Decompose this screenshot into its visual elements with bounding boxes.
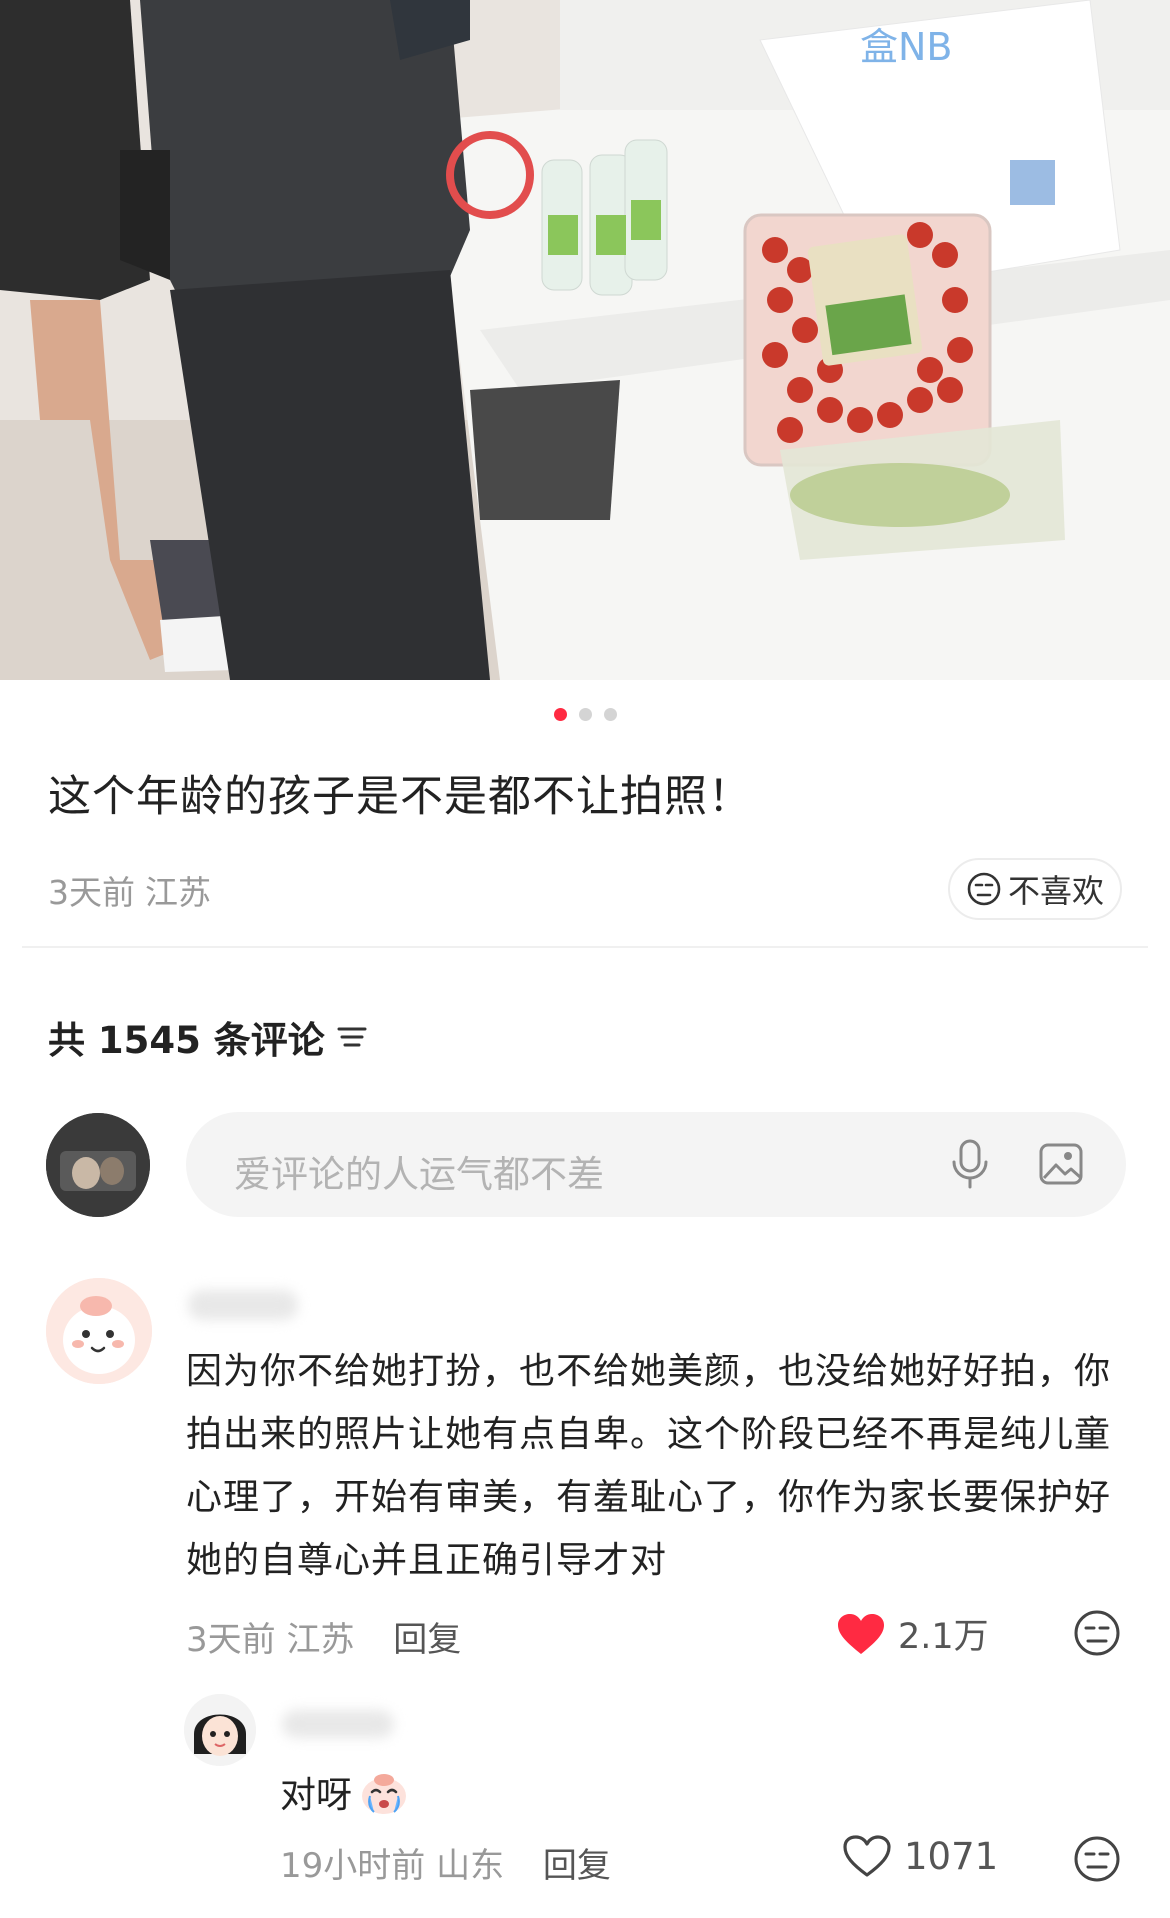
like-button[interactable]: 2.1万 xyxy=(836,1608,989,1659)
dislike-label: 不喜欢 xyxy=(1007,872,1104,910)
reply-text: 对呀 xyxy=(280,1766,410,1818)
commenter-name-blurred xyxy=(188,1290,298,1320)
like-count: 2.1万 xyxy=(898,1617,989,1657)
pager-dot[interactable] xyxy=(553,708,567,721)
divider xyxy=(22,946,1148,948)
image-icon[interactable] xyxy=(1038,1142,1084,1186)
comment-input-placeholder: 爱评论的人运气都不差 xyxy=(234,1153,604,1196)
post-time: 3天前 xyxy=(48,873,135,912)
neutral-face-icon[interactable] xyxy=(1072,1608,1122,1658)
post-meta: 3天前 江苏 xyxy=(48,866,211,914)
post-photo[interactable]: 盒NB xyxy=(0,0,1170,680)
neutral-face-icon xyxy=(967,872,1001,906)
image-pager[interactable] xyxy=(0,708,1170,721)
microphone-icon[interactable] xyxy=(948,1138,992,1190)
commenter-avatar[interactable] xyxy=(46,1278,152,1384)
reply-text-content: 对呀 xyxy=(280,1775,353,1816)
like-count: 1071 xyxy=(904,1834,999,1878)
neutral-face-icon[interactable] xyxy=(1072,1834,1122,1884)
filter-lines-icon[interactable] xyxy=(335,1022,369,1052)
comment-time: 3天前 xyxy=(186,1620,276,1660)
reply-button[interactable]: 回复 xyxy=(393,1620,461,1660)
heart-icon xyxy=(838,1613,884,1654)
reply-location: 山东 xyxy=(436,1846,505,1886)
reply-meta: 19小时前 山东 回复 xyxy=(280,1838,611,1887)
reply-commenter-avatar[interactable] xyxy=(184,1694,256,1766)
like-button[interactable]: 1071 xyxy=(842,1834,998,1878)
heart-outline-icon xyxy=(843,1835,891,1877)
comments-count[interactable]: 共 1545 条评论 xyxy=(48,1010,369,1064)
comments-count-label: 共 1545 条评论 xyxy=(48,1019,325,1062)
post-location: 江苏 xyxy=(145,873,211,912)
post-title: 这个年龄的孩子是不是都不让拍照！ xyxy=(48,772,752,822)
dislike-button[interactable]: 不喜欢 xyxy=(948,858,1122,920)
comment-input[interactable]: 爱评论的人运气都不差 xyxy=(186,1112,1126,1217)
comment-location: 江苏 xyxy=(286,1620,355,1660)
current-user-avatar[interactable] xyxy=(46,1113,150,1217)
crying-emoji-icon xyxy=(362,1774,407,1814)
pager-dot[interactable] xyxy=(578,708,592,721)
svg-text:盒NB: 盒NB xyxy=(860,25,953,69)
comment-meta: 3天前 江苏 回复 xyxy=(186,1612,461,1661)
pager-dot[interactable] xyxy=(603,708,617,721)
comment-text: 因为你不给她打扮，也不给她美颜，也没给她好好拍，你拍出来的照片让她有点自卑。这个… xyxy=(186,1351,1112,1581)
reply-button[interactable]: 回复 xyxy=(543,1846,611,1886)
reply-time: 19小时前 xyxy=(280,1846,426,1886)
reply-commenter-name-blurred xyxy=(282,1710,394,1738)
